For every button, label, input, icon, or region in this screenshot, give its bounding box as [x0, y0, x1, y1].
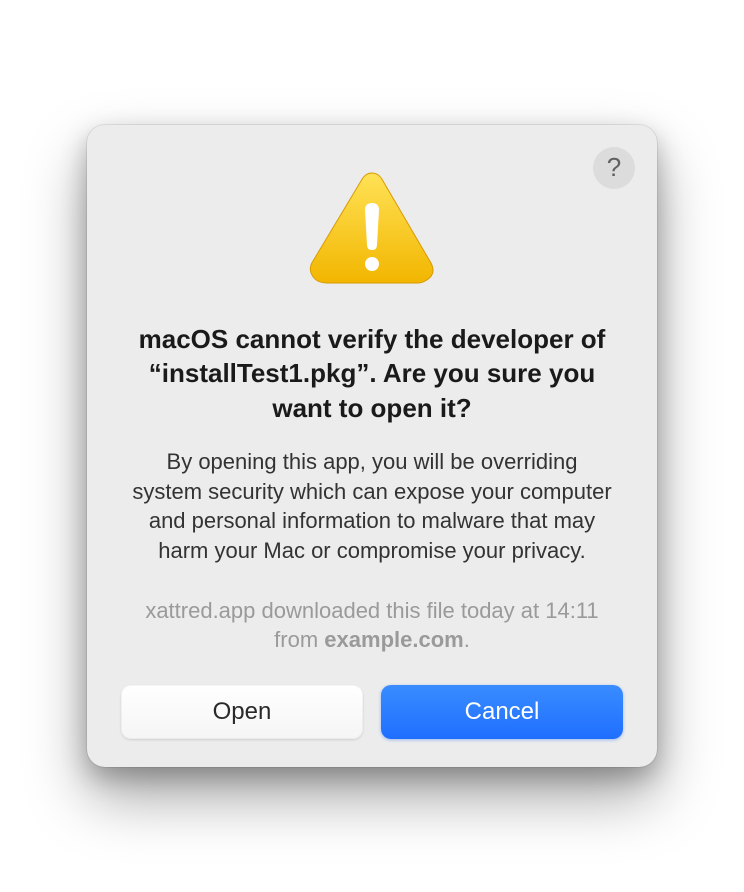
open-button[interactable]: Open [121, 685, 363, 739]
cancel-button-label: Cancel [465, 698, 540, 726]
cancel-button[interactable]: Cancel [381, 685, 623, 739]
source-suffix: . [464, 627, 470, 652]
open-button-label: Open [213, 698, 272, 726]
dialog-body: By opening this app, you will be overrid… [121, 447, 623, 566]
warning-icon [307, 167, 437, 292]
download-source-text: xattred.app downloaded this file today a… [121, 596, 623, 655]
gatekeeper-dialog: ? macOS cannot verify the developer of “… [87, 125, 657, 767]
source-domain: example.com [324, 627, 463, 652]
dialog-title: macOS cannot verify the developer of “in… [121, 322, 623, 425]
help-button[interactable]: ? [593, 147, 635, 189]
button-row: Open Cancel [121, 685, 623, 739]
help-icon: ? [607, 152, 621, 183]
